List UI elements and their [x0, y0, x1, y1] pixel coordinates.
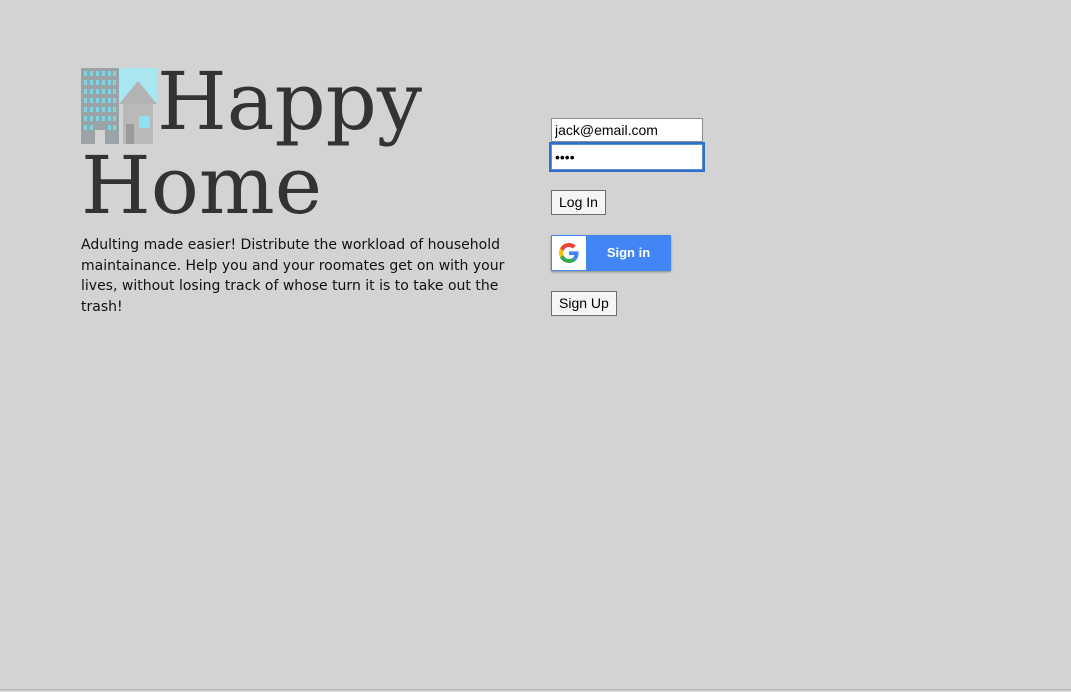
- login-form: Log In Sign in Sign Up: [551, 118, 751, 316]
- app-title-line2: Home: [81, 139, 323, 232]
- tagline: Adulting made easier! Distribute the wor…: [81, 237, 505, 315]
- brand-header: Happy Home: [81, 60, 541, 228]
- log-in-button[interactable]: Log In: [551, 190, 606, 215]
- bottom-divider: [0, 689, 1071, 690]
- google-sign-in-button[interactable]: Sign in: [551, 235, 671, 271]
- email-input[interactable]: [551, 118, 703, 142]
- google-icon-box: [552, 236, 586, 270]
- google-g-icon: [559, 243, 579, 263]
- building-house-logo-icon: [81, 68, 157, 144]
- google-sign-in-label: Sign in: [606, 245, 651, 260]
- password-input[interactable]: [551, 144, 703, 170]
- sign-up-button[interactable]: Sign Up: [551, 291, 617, 316]
